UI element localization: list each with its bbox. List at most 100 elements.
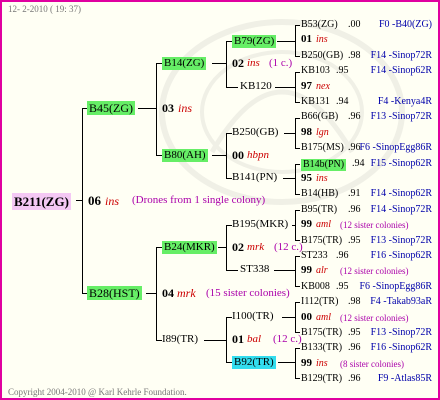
ancestor-year: 97 (301, 79, 312, 92)
ancestor-name[interactable]: KB131 (301, 97, 330, 107)
pedigree-panel: 12- 2-2010 ( 19: 37) B211(ZG) 06 ins (Dr… (0, 0, 440, 400)
ancestor-line-code[interactable]: F14 -Sinop62R (371, 66, 432, 76)
ancestor-mark: ins (316, 357, 328, 369)
ancestor-inbreeding-value: .96 (336, 250, 349, 261)
ancestor-line-code[interactable]: F9 -Atlas85R (378, 374, 432, 384)
ancestor-name[interactable]: B66(GB) (301, 112, 338, 122)
connector (283, 178, 296, 179)
i89-year: 01 (232, 332, 244, 346)
ancestor-year: 99 (301, 218, 312, 231)
connector (295, 118, 300, 119)
ancestor-line-code[interactable]: F14 -Sinop72R (371, 204, 432, 215)
ancestor-name[interactable]: B250(GB) (301, 50, 343, 61)
b24-year: 02 (232, 240, 244, 254)
ancestor-line-code[interactable]: F4 -Kenya4R (378, 97, 432, 107)
ancestor-inbreeding-value: .95 (336, 65, 349, 77)
ancestor-inbreeding-value: .96 (348, 342, 361, 354)
connector (277, 41, 296, 42)
root-mark: ins (105, 194, 120, 208)
root-queen[interactable]: B211(ZG) (12, 193, 71, 210)
ancestor-line-code[interactable]: F16 -Sinop62R (371, 343, 432, 353)
ancestor-name[interactable]: ST233 (301, 251, 328, 261)
ancestor-name[interactable]: B129(TR) (301, 374, 342, 384)
ancestor-mark: alr (316, 265, 328, 277)
queen-b92[interactable]: B92(TR) (232, 356, 276, 369)
connector (82, 108, 83, 294)
ancestor-name[interactable]: B133(TR) (301, 343, 342, 353)
dam-queen[interactable]: B45(ZG) (87, 101, 135, 115)
connector (204, 340, 227, 341)
ancestor-line-code[interactable]: F0 -B40(ZG) (379, 20, 432, 30)
ancestor-inbreeding-value: .98 (348, 296, 361, 308)
ancestor-line-code[interactable]: F15 -Sinop62R (371, 158, 432, 169)
queen-b250[interactable]: B250(GB) (232, 127, 278, 138)
ancestor-name[interactable]: B175(TR) (301, 235, 342, 246)
ancestor-name[interactable]: B175(MS) (301, 143, 344, 153)
b24-note: (12 c.) (274, 241, 303, 253)
connector (212, 63, 227, 64)
connector (295, 256, 300, 257)
ancestor-year: 95 (301, 172, 312, 184)
connector (295, 210, 300, 211)
connector (282, 317, 296, 318)
sire-year: 04 (162, 286, 174, 300)
ancestor-name[interactable]: B175(TR) (301, 328, 342, 338)
queen-i100[interactable]: I100(TR) (232, 311, 274, 322)
ancestor-name[interactable]: B14(HB) (301, 189, 338, 199)
ancestor-inbreeding-value: .95 (348, 327, 361, 338)
ancestor-line-code[interactable]: F16 -Sinop62R (371, 251, 432, 261)
connector (226, 133, 227, 179)
ancestor-line-code[interactable]: F13 -Sinop72R (371, 235, 432, 246)
connector (295, 302, 300, 303)
queen-i89[interactable]: I89(TR) (162, 334, 198, 345)
queen-kb120[interactable]: KB120 (240, 81, 272, 92)
ancestor-note: (12 sister colonies) (340, 220, 409, 231)
ancestor-name[interactable]: B14b(PN) (301, 158, 347, 171)
ancestor-name[interactable]: KB008 (301, 281, 330, 292)
sire-note: (15 sister colonies) (206, 287, 290, 299)
queen-b79[interactable]: B79(ZG) (232, 35, 277, 48)
ancestor-line-code[interactable]: F4 -Takab93aR (370, 297, 432, 307)
b80-mark: hbpn (247, 149, 269, 161)
ancestor-inbreeding-value: .00 (348, 19, 361, 30)
ancestor-mark: ins (316, 34, 328, 46)
connector (295, 164, 296, 194)
dam-mark: ins (178, 101, 193, 115)
queen-st338[interactable]: ST338 (240, 264, 269, 275)
ancestor-name[interactable]: B53(ZG) (301, 20, 338, 30)
queen-b80[interactable]: B80(AH) (162, 149, 208, 162)
ancestor-line-code[interactable]: F13 -Sinop72R (371, 112, 432, 122)
b14-year: 02 (232, 56, 244, 70)
ancestor-inbreeding-value: .96 (348, 111, 361, 123)
sire-queen[interactable]: B28(HST) (87, 286, 142, 300)
ancestor-note: (12 sister colonies) (340, 266, 409, 277)
connector (226, 270, 238, 271)
queen-b14[interactable]: B14(ZG) (162, 57, 207, 70)
connector (278, 362, 296, 363)
root-year: 06 (88, 193, 101, 208)
ancestor-name[interactable]: I112(TR) (301, 297, 338, 307)
connector (226, 87, 238, 88)
connector (295, 348, 296, 378)
copyright-text: Copyright 2004-2010 @ Karl Kehrle Founda… (8, 387, 187, 397)
connector (226, 41, 227, 88)
ancestor-year: 99 (301, 264, 312, 277)
ancestor-inbreeding-value: .94 (352, 157, 365, 169)
connector (212, 155, 227, 156)
connector (295, 256, 296, 286)
b24-mark: mrk (247, 241, 265, 253)
ancestor-note: (8 sister colonies) (340, 358, 404, 369)
ancestor-line-code[interactable]: F14 -Sinop72R (371, 50, 432, 61)
ancestor-mark: lgn (316, 126, 329, 138)
ancestor-mark: nex (316, 80, 330, 92)
ancestor-line-code[interactable]: F6 -SinopEgg86R (359, 143, 432, 153)
queen-b141[interactable]: B141(PN) (232, 172, 277, 183)
ancestor-inbreeding-value: .95 (336, 280, 349, 292)
ancestor-line-code[interactable]: F6 -SinopEgg86R (359, 281, 432, 292)
ancestor-line-code[interactable]: F14 -Sinop62R (371, 189, 432, 199)
ancestor-line-code[interactable]: F13 -Sinop72R (371, 328, 432, 338)
ancestor-name[interactable]: KB103 (301, 66, 330, 76)
queen-b195[interactable]: B195(MKR) (232, 219, 288, 230)
queen-b24[interactable]: B24(MKR) (162, 241, 217, 254)
ancestor-name[interactable]: B95(TR) (301, 204, 337, 215)
